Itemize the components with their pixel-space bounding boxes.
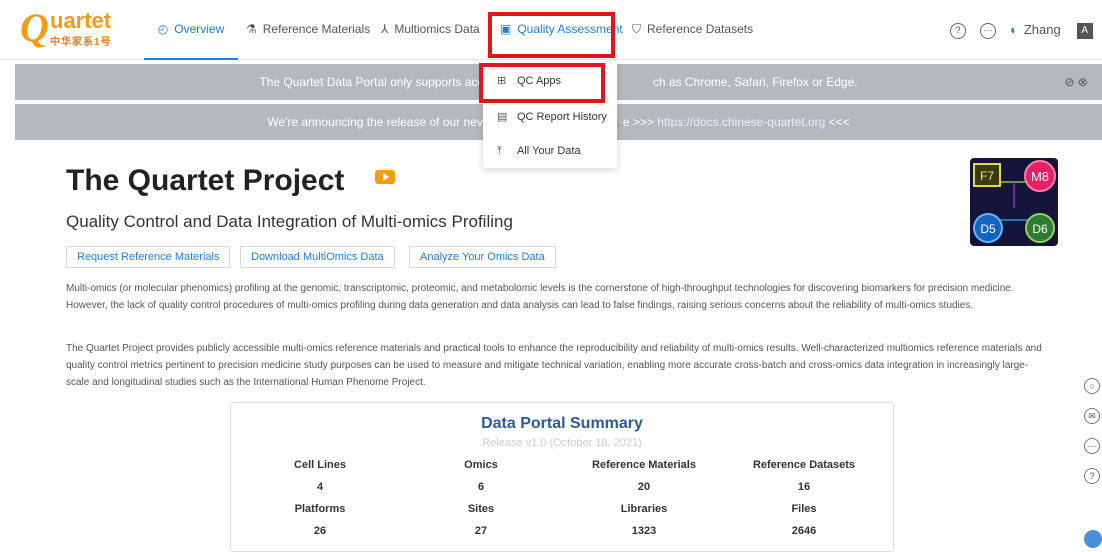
chat-bubble-icon[interactable]: ⋯ [1084,438,1100,454]
summary-value: 4 [316,481,324,493]
menu-item-qc-report-history-label: QC Report History [517,111,607,123]
video-play-icon[interactable] [375,170,395,184]
logo-letter: Q [20,5,49,50]
globe-icon[interactable] [1084,530,1102,548]
summary-value: 6 [477,481,485,493]
menu-item-all-your-data[interactable]: ⤒ All Your Data [483,134,617,168]
network-icon: ⅄ [381,22,389,36]
banner-support-tail: ch as Chrome, Safari, Firefox or Edge. [652,75,858,89]
user-avatar-icon[interactable]: ◐ [1010,22,1018,37]
nav-reference-materials[interactable]: ⚗ Reference Materials [246,0,370,60]
highlight-quality-assessment [488,12,615,58]
header-tools: ? ⋯ ◐ Zhang A [950,0,1093,60]
summary-release: Release v1.0 (October 18, 2021) [482,437,642,449]
summary-title: Data Portal Summary [481,415,643,432]
label-d5: D5 [980,222,996,236]
family-diagram-icon: F7 M8 D5 D6 [973,160,1056,243]
mail-icon[interactable]: ✉ [1084,408,1100,424]
menu-item-qc-report-history[interactable]: ▤ QC Report History [483,100,617,134]
summary-header: Libraries [620,503,668,515]
label-m8: M8 [1031,169,1049,184]
highlight-qc-apps [479,63,605,103]
summary-value: 27 [474,525,488,537]
download-multiomics-data-button[interactable]: Download MultiOmics Data [240,246,395,268]
flask-icon: ⚗ [246,22,257,36]
nav-reference-datasets[interactable]: ⛉ Reference Datasets [632,0,753,60]
github-icon[interactable]: ○ [1084,378,1100,394]
help-icon[interactable]: ? [950,22,966,39]
nav-multiomics-data[interactable]: ⅄ Multiomics Data [381,0,480,60]
quartet-logo[interactable]: Q uartet 中华家系1号 [18,5,128,50]
banner-release-head: We're announcing the release of our nev [267,115,483,129]
summary-header: Cell Lines [294,459,346,471]
translate-icon[interactable]: A [1076,22,1093,39]
hide-icon[interactable]: ⊘ ⊗ [1065,64,1088,100]
summary-value: 1323 [631,525,657,537]
help-side-icon[interactable]: ? [1084,468,1100,484]
quartet-family-artwork: F7 M8 D5 D6 [970,158,1058,246]
nav-overview-label: Overview [174,22,225,36]
nav-reference-datasets-label: Reference Datasets [647,22,754,36]
dashboard-icon: ◴ [157,22,169,36]
docs-link[interactable]: https://docs.chinese-quartet.org [657,115,825,129]
upload-icon: ⤒ [497,145,502,157]
banner-release-tail: <<< [825,115,850,129]
summary-header: Reference Datasets [752,459,856,471]
logo-word: uartet [50,8,112,33]
analyze-omics-data-button[interactable]: Analyze Your Omics Data [409,246,556,268]
banner-release-mid: e >>> [622,115,658,129]
menu-item-all-your-data-label: All Your Data [517,145,581,157]
page-title: The Quartet Project [66,164,345,197]
description-paragraph: The Quartet Project provides publicly ac… [66,343,1042,388]
intro-paragraph: Multi-omics (or molecular phenomics) pro… [66,283,1014,311]
summary-value: 16 [797,481,811,493]
label-f7: F7 [980,169,994,183]
banner-support-text: The Quartet Data Portal only supports ac… [259,75,513,89]
data-portal-summary: Data Portal Summary Release v1.0 (Octobe… [230,402,894,552]
nav-reference-materials-label: Reference Materials [262,22,371,36]
label-d6: D6 [1032,222,1048,236]
summary-header: Sites [467,503,495,515]
nav-multiomics-data-label: Multiomics Data [394,22,480,36]
summary-value: 26 [313,525,327,537]
summary-header: Files [791,503,817,515]
logo-subtitle: 中华家系1号 [50,37,112,48]
chat-icon[interactable]: ⋯ [980,22,996,39]
summary-header: Omics [464,459,498,471]
request-reference-materials-button[interactable]: Request Reference Materials [66,246,231,268]
summary-header: Reference Materials [592,459,696,471]
user-name[interactable]: Zhang [1024,22,1061,37]
report-icon: ▤ [497,111,508,123]
summary-value: 20 [637,481,651,493]
shield-icon: ⛉ [632,22,642,36]
page-subtitle: Quality Control and Data Integration of … [66,212,513,231]
summary-value: 2646 [791,525,817,537]
summary-header: Platforms [294,503,346,515]
nav-overview[interactable]: ◴ Overview [144,0,238,60]
